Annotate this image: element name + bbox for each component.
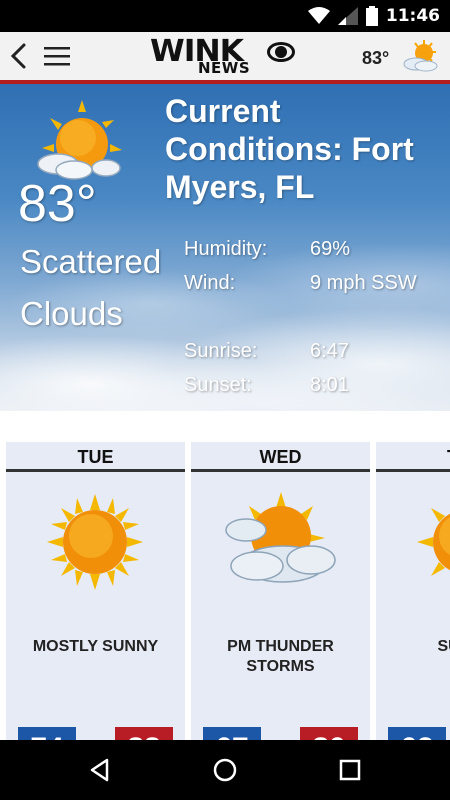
current-details: Humidity: 69% Wind: 9 mph SSW Sunrise: 6… <box>184 232 444 402</box>
forecast-day: THU <box>376 442 450 472</box>
signal-icon <box>337 7 358 25</box>
forecast-low-badge: 74 <box>18 727 76 740</box>
status-bar: 11:46 <box>0 0 450 32</box>
status-time: 11:46 <box>385 6 440 26</box>
forecast-strip[interactable]: TUE MOSTLY SUNNY 74 88 WED <box>0 411 450 740</box>
wifi-icon <box>307 7 330 24</box>
current-temperature: 83° <box>18 175 97 233</box>
wind-row: Wind: 9 mph SSW <box>184 266 444 334</box>
forecast-day: TUE <box>6 442 185 472</box>
back-triangle-icon[interactable] <box>87 757 113 783</box>
humidity-value: 69% <box>310 238 351 260</box>
current-conditions-title: Current Conditions: Fort Myers, FL <box>165 93 414 205</box>
forecast-day: WED <box>191 442 370 472</box>
current-condition: Scattered Clouds <box>20 243 162 332</box>
sunrise-row: Sunrise: 6:47 <box>184 334 444 368</box>
battery-icon <box>365 6 378 26</box>
forecast-low-badge: 62 <box>388 727 446 740</box>
humidity-label: Humidity: <box>184 238 268 260</box>
header-temperature: 83° <box>362 48 390 68</box>
sunset-value: 8:01 <box>310 374 349 396</box>
forecast-card[interactable]: THU SUNNY 62 <box>376 442 450 740</box>
forecast-description: PM THUNDER STORMS <box>227 638 334 675</box>
humidity-row: Humidity: 69% <box>184 232 444 266</box>
forecast-low-badge: 67 <box>203 727 261 740</box>
wind-label: Wind: <box>184 272 236 294</box>
home-circle-icon[interactable] <box>212 757 238 783</box>
forecast-high-badge: 88 <box>115 727 173 740</box>
forecast-description: MOSTLY SUNNY <box>32 638 159 655</box>
sunset-label: Sunset: <box>184 374 252 396</box>
wind-value: 9 mph SSW <box>310 272 417 294</box>
current-conditions-panel: 83° Scattered Clouds Current Conditions:… <box>0 84 450 411</box>
android-nav-bar <box>0 740 450 800</box>
partly-cloudy-icon[interactable] <box>402 38 440 74</box>
sun-icon <box>47 494 143 590</box>
hamburger-menu-icon[interactable] <box>44 44 72 68</box>
forecast-card[interactable]: WED PM THUNDER STORMS 67 80 <box>191 442 370 740</box>
forecast-card[interactable]: TUE MOSTLY SUNNY 74 88 <box>6 442 185 740</box>
forecast-high-badge: 80 <box>300 727 358 740</box>
app-header: WINK NEWS 83° <box>0 32 450 84</box>
logo-news-text: NEWS <box>198 59 251 77</box>
sun-cloud-icon <box>225 492 336 583</box>
forecast-description: SUNNY <box>437 638 450 655</box>
sun-icon <box>417 508 450 576</box>
sunrise-label: Sunrise: <box>184 340 258 362</box>
sunrise-value: 6:47 <box>310 340 349 362</box>
cbs-eye-icon <box>267 42 295 62</box>
sunset-row: Sunset: 8:01 <box>184 368 444 402</box>
back-arrow-icon[interactable] <box>6 42 32 70</box>
wink-news-logo[interactable]: WINK NEWS <box>150 36 300 77</box>
recents-square-icon[interactable] <box>337 757 363 783</box>
